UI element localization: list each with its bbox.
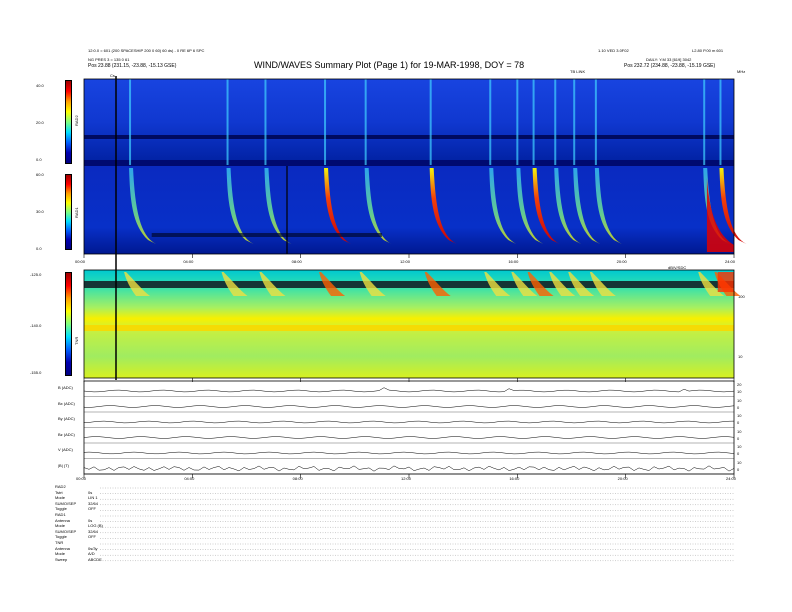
spectrogram-svg (83, 76, 747, 561)
param-value-4: OFF (88, 506, 96, 512)
burst-rad2-13 (719, 79, 722, 165)
rad1-spectrogram (84, 165, 734, 254)
mag-time-label-0: 00:00 (76, 476, 87, 481)
param-key-10: TNR (55, 540, 64, 545)
rad1-dark-strip (151, 233, 382, 237)
param-key-0: RAD2 (55, 484, 66, 489)
mag-row-0-right-tick-1: 10 (737, 389, 742, 394)
param-key-5: RAD1 (55, 512, 66, 517)
rad2-spectrogram (84, 79, 734, 165)
rad-time-label-6: 24:00 (725, 259, 736, 264)
mag-row-2-right-tick-1: 0 (737, 420, 740, 425)
mag-trace-2 (83, 420, 735, 424)
param-key-12: Mode (55, 551, 66, 557)
rad-time-label-1: 04:00 (183, 259, 194, 264)
mag-row-label-3: Bz (ADC) (58, 431, 75, 437)
param-key-2: Mode (55, 495, 66, 501)
mag-row-label-2: By (ADC) (58, 416, 75, 421)
mag-row-0-right-tick-0: 20 (737, 382, 742, 387)
rad-time-label-5: 20:00 (616, 259, 627, 264)
param-key-8: SUMO/SEP (55, 528, 77, 534)
mag-row-4-right-tick-0: 10 (737, 444, 742, 449)
param-value-1: 0s (88, 489, 93, 495)
param-key-7: Mode (55, 523, 66, 529)
mag-row-2-right-tick-0: 10 (737, 413, 742, 418)
param-value-8: 32/64 (88, 528, 99, 534)
burst-rad2-3 (324, 79, 327, 165)
mag-trace-4 (83, 451, 735, 455)
burst-rad2-11 (594, 79, 597, 165)
burst-rad2-9 (554, 79, 557, 165)
mag-row-3-right-tick-1: 0 (737, 435, 740, 441)
mag-row-3-right-tick-0: 10 (737, 428, 742, 434)
param-value-9: OFF (88, 534, 96, 540)
param-key-6: Antenna (55, 517, 70, 523)
param-value-13: ABCDE (88, 556, 102, 562)
rad2-data-gap (84, 135, 734, 139)
mag-row-label-5: |B| (T) (58, 462, 69, 468)
param-key-13: Sweep (55, 556, 68, 562)
mag-row-label-1: Bx (ADC) (58, 400, 75, 406)
param-value-3: 32/64 (88, 500, 99, 506)
burst-rad2-5 (429, 79, 432, 165)
mag-row-label-0: B (ADC) (58, 385, 73, 390)
mag-row-5-right-tick-1: 0 (737, 466, 740, 472)
mag-time-label-1: 04:00 (184, 476, 195, 481)
mag-row-4-right-tick-1: 0 (737, 451, 740, 456)
rad-time-label-3: 12:00 (400, 259, 411, 264)
mag-trace-1 (83, 405, 735, 408)
mag-trace-5 (83, 465, 735, 472)
mag-time-label-5: 20:00 (617, 476, 628, 481)
param-key-9: Toggle (55, 534, 67, 540)
mag-time-label-3: 12:00 (401, 476, 412, 481)
burst-rad2-6 (489, 79, 492, 165)
mag-time-label-4: 16:00 (509, 476, 520, 481)
burst-tnr-late (717, 272, 734, 292)
rad-time-label-2: 08:00 (291, 259, 302, 264)
param-key-1: Tstrt (55, 489, 63, 495)
mag-time-label-6: 24:00 (726, 476, 737, 481)
mag-row-5-right-tick-0: 10 (737, 459, 742, 465)
burst-rad2-7 (516, 79, 519, 165)
param-value-12: A/D (88, 551, 95, 557)
mag-trace-0 (83, 387, 735, 393)
mag-time-label-2: 08:00 (292, 476, 303, 481)
param-value-7: LOG (B) (88, 523, 103, 529)
param-value-11: 0s/3y (88, 545, 98, 551)
burst-rad2-10 (573, 79, 576, 165)
burst-rad2-0 (129, 79, 132, 165)
burst-rad2-1 (226, 79, 229, 165)
param-value-6: 0s (88, 517, 93, 523)
mag-row-1-right-tick-1: 0 (737, 404, 740, 410)
rad2-rad1-gap (84, 160, 734, 166)
tnr-yellow-band (84, 325, 734, 331)
rad-time-label-4: 16:00 (508, 259, 519, 264)
burst-rad2-8 (532, 79, 535, 165)
rad-time-label-0: 00:00 (75, 259, 86, 264)
mag-row-label-4: V (ADC) (58, 447, 73, 452)
mag-row-1-right-tick-0: 10 (737, 397, 742, 403)
param-key-4: Toggle (55, 506, 67, 512)
burst-rad2-12 (703, 79, 706, 165)
param-key-3: SUMO/SEP (55, 500, 77, 506)
tnr-dark-band (84, 281, 734, 288)
burst-rad2-2 (264, 79, 267, 165)
mag-trace-3 (83, 436, 735, 439)
param-key-11: Antenna (55, 545, 70, 551)
param-value-2: LIN 1 (88, 495, 98, 501)
burst-rad2-4 (364, 79, 367, 165)
